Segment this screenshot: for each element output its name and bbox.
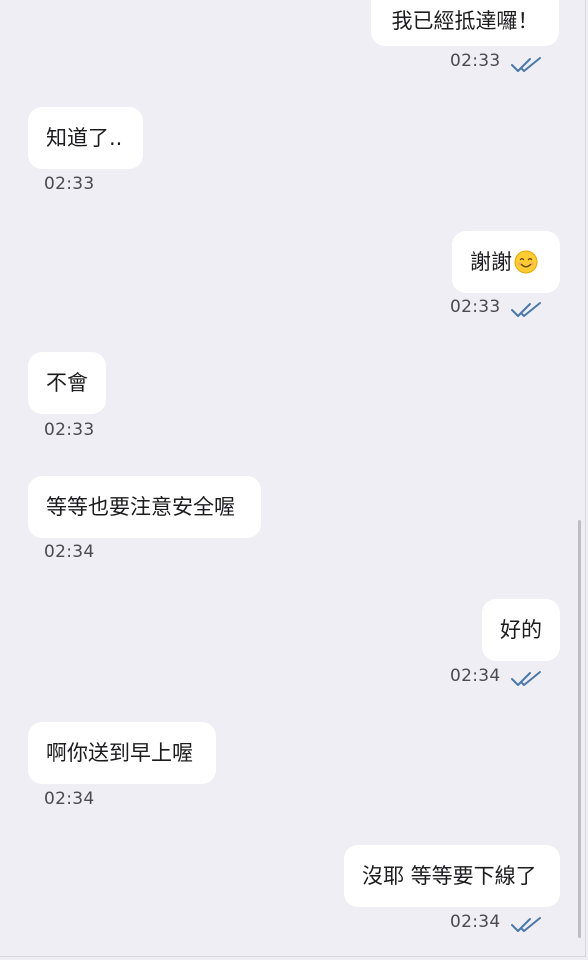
message-bubble[interactable]: 不會 [28,352,106,414]
message-bubble[interactable]: 沒耶 等等要下線了 [344,845,560,907]
message-bubble[interactable]: 知道了.. [28,107,143,169]
message-time: 02:34 [450,912,501,932]
message-time: 02:33 [450,51,501,71]
message-text: 等等也要注意安全喔 [46,495,235,519]
double-check-icon [511,57,541,72]
double-check-icon [511,671,541,686]
message-text: 啊你送到早上喔 [46,741,193,765]
message-bubble[interactable]: 等等也要注意安全喔 [28,476,261,538]
message-time: 02:34 [450,666,501,686]
double-check-icon [511,302,541,317]
message-text: 好的 [500,618,542,642]
chat-thread: 我已經抵達囉！ 02:33 知道了.. 02:33 謝謝 02:33 不會 02… [0,0,586,957]
scrollbar[interactable] [578,520,581,938]
message-text: 不會 [46,371,88,395]
message-time: 02:34 [44,542,95,562]
double-check-icon [511,917,541,932]
message-bubble[interactable]: 謝謝 [452,231,560,293]
message-bubble[interactable]: 我已經抵達囉！ [371,0,559,46]
message-bubble[interactable]: 啊你送到早上喔 [28,722,216,784]
smiling-face-emoji [514,250,538,274]
message-time: 02:34 [44,789,95,809]
message-text: 謝謝 [470,250,512,274]
message-time: 02:33 [44,420,95,440]
message-text: 沒耶 等等要下線了 [362,864,537,888]
message-time: 02:33 [44,174,95,194]
message-bubble[interactable]: 好的 [482,599,560,661]
message-text: 我已經抵達囉！ [391,9,539,33]
message-text: 知道了.. [46,126,123,150]
message-time: 02:33 [450,297,501,317]
